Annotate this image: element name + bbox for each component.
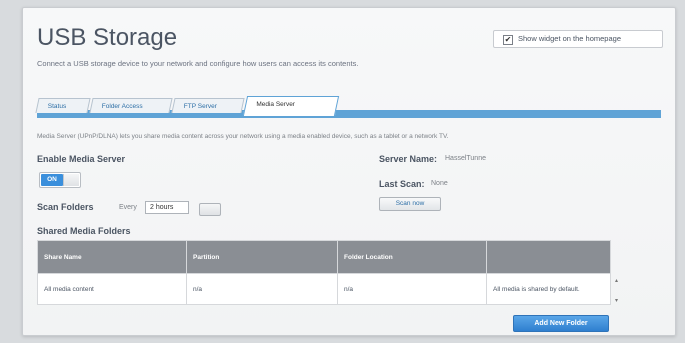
server-name-value: HasselTunne xyxy=(445,155,486,162)
scan-interval-dropdown-button[interactable] xyxy=(199,203,221,216)
column-header-share-name: Share Name xyxy=(37,240,187,274)
add-new-folder-button[interactable]: Add New Folder xyxy=(513,315,609,332)
tab-status[interactable]: Status xyxy=(35,98,91,113)
table-header-row: Share Name Partition Folder Location xyxy=(37,240,611,274)
last-scan-value: None xyxy=(431,180,448,187)
page-subtitle: Connect a USB storage device to your net… xyxy=(37,59,359,68)
scan-now-button[interactable]: Scan now xyxy=(379,197,441,211)
column-header-folder-location: Folder Location xyxy=(337,240,487,274)
toggle-knob xyxy=(63,174,79,186)
cell-folder-location: n/a xyxy=(337,273,487,305)
tab-media-server[interactable]: Media Server xyxy=(242,96,340,116)
cell-note: All media is shared by default. xyxy=(486,273,611,305)
cell-partition: n/a xyxy=(186,273,338,305)
checkbox-checked-icon[interactable]: ✔ xyxy=(503,35,513,45)
last-scan-label: Last Scan: xyxy=(379,179,425,189)
toggle-on-label: ON xyxy=(41,174,63,186)
scan-every-label: Every xyxy=(119,204,137,211)
tab-folder-access[interactable]: Folder Access xyxy=(89,98,173,113)
enable-media-server-label: Enable Media Server xyxy=(37,154,126,164)
page-title: USB Storage xyxy=(37,24,178,51)
scan-folders-label: Scan Folders xyxy=(37,202,94,212)
scroll-up-arrow-icon[interactable]: ▴ xyxy=(615,278,621,284)
column-header-actions xyxy=(486,240,611,274)
homepage-checkbox-label: Show widget on the homepage xyxy=(518,34,621,43)
table-row[interactable]: All media content n/a n/a All media is s… xyxy=(37,273,611,305)
shared-folders-table: Share Name Partition Folder Location All… xyxy=(37,240,611,305)
scan-interval-select[interactable]: 2 hours xyxy=(145,201,189,214)
column-header-partition: Partition xyxy=(186,240,338,274)
usb-storage-panel: USB Storage Connect a USB storage device… xyxy=(22,7,676,336)
media-server-toggle[interactable]: ON xyxy=(39,172,81,188)
cell-share-name: All media content xyxy=(37,273,187,305)
server-name-label: Server Name: xyxy=(379,154,438,164)
media-server-description: Media Server (UPnP/DLNA) lets you share … xyxy=(37,133,449,140)
tab-bar: Status Folder Access FTP Server Media Se… xyxy=(35,96,661,118)
tab-ftp-server[interactable]: FTP Server xyxy=(171,98,245,113)
scroll-down-arrow-icon[interactable]: ▾ xyxy=(615,298,621,304)
shared-folders-title: Shared Media Folders xyxy=(37,226,131,236)
homepage-widget-toggle[interactable]: ✔ Show widget on the homepage xyxy=(493,30,663,48)
